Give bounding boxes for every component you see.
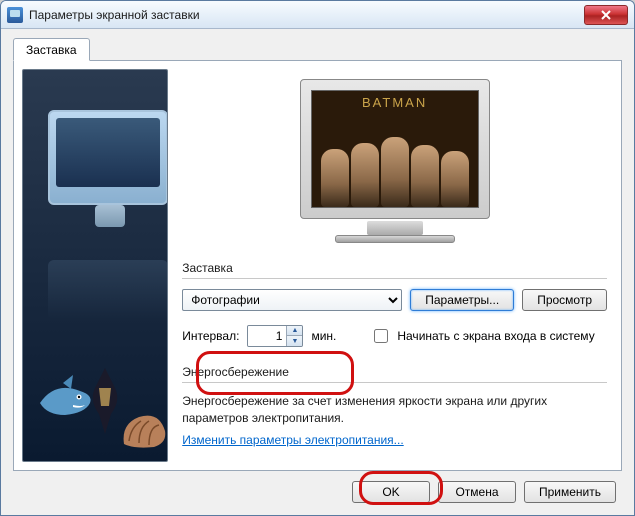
screensaver-settings-window: Параметры экранной заставки Заставка <box>0 0 635 516</box>
window-title: Параметры экранной заставки <box>29 8 584 22</box>
logon-checkbox-label: Начинать с экрана входа в систему <box>397 329 594 343</box>
app-icon <box>7 7 23 23</box>
interval-label: Интервал: <box>182 329 239 343</box>
interval-unit: мин. <box>311 329 336 343</box>
logon-checkbox[interactable] <box>374 329 388 343</box>
interval-spinner[interactable]: ▲ ▼ <box>247 325 303 347</box>
dialog-buttons: OK Отмена Применить <box>13 471 622 505</box>
close-button[interactable] <box>584 5 628 25</box>
tab-strip: Заставка <box>13 37 622 61</box>
power-group-label: Энергосбережение <box>182 365 607 379</box>
ok-button[interactable]: OK <box>352 481 430 503</box>
apply-button[interactable]: Применить <box>524 481 616 503</box>
tab-panel: BATMAN Заставка Фотографии <box>13 60 622 471</box>
screensaver-select[interactable]: Фотографии <box>182 289 402 311</box>
close-icon <box>600 10 612 20</box>
screensaver-group-label: Заставка <box>182 261 607 275</box>
interval-input[interactable] <box>248 326 286 346</box>
spin-up-icon[interactable]: ▲ <box>286 326 302 336</box>
shell-graphic <box>119 409 168 449</box>
settings-button[interactable]: Параметры... <box>410 289 514 311</box>
reflection <box>48 260 168 320</box>
tab-screensaver[interactable]: Заставка <box>13 38 90 61</box>
cancel-button[interactable]: Отмена <box>438 481 516 503</box>
screensaver-preview: BATMAN <box>280 79 510 243</box>
preview-button[interactable]: Просмотр <box>522 289 607 311</box>
power-settings-link[interactable]: Изменить параметры электропитания... <box>182 433 607 447</box>
preview-title-text: BATMAN <box>312 95 478 110</box>
blue-monitor-graphic <box>48 110 168 205</box>
left-preview-panel <box>22 69 168 462</box>
power-description: Энергосбережение за счет изменения яркос… <box>182 393 607 427</box>
spin-down-icon[interactable]: ▼ <box>286 336 302 346</box>
titlebar[interactable]: Параметры экранной заставки <box>1 1 634 29</box>
